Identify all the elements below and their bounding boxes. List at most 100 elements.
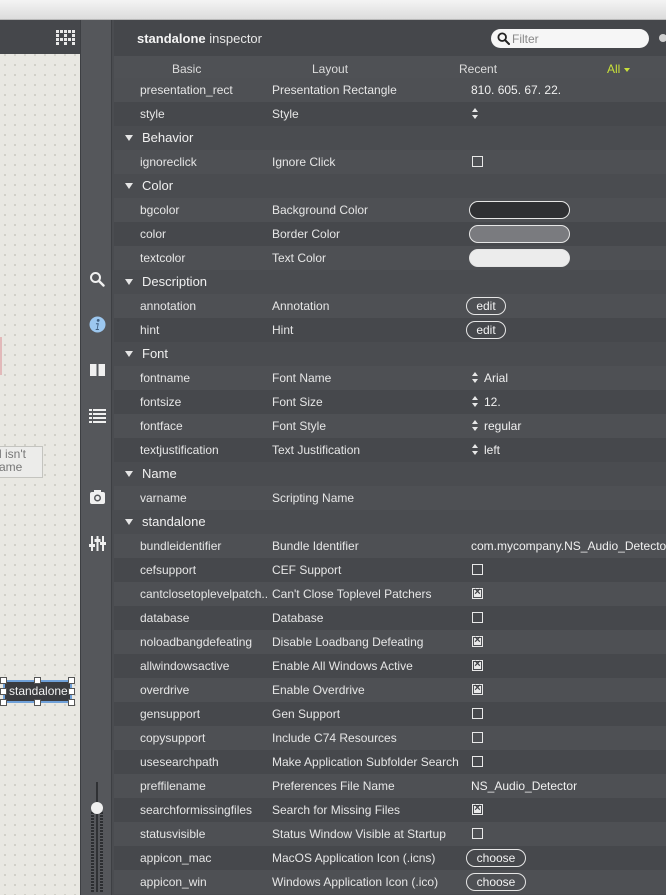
stepper-arrows-icon[interactable] — [471, 372, 479, 385]
attribute-row[interactable]: statusvisible Status Window Visible at St… — [114, 822, 666, 846]
section-header-behavior[interactable]: Behavior — [114, 126, 666, 150]
resize-handle[interactable] — [0, 688, 7, 695]
attribute-checkbox[interactable] — [472, 828, 483, 839]
attribute-row[interactable]: ignoreclick Ignore Click — [114, 150, 666, 174]
resize-handle[interactable] — [68, 699, 75, 706]
attribute-row[interactable]: hint Hint edit — [114, 318, 666, 342]
section-header-font[interactable]: Font — [114, 342, 666, 366]
attribute-row[interactable]: annotation Annotation edit — [114, 294, 666, 318]
attribute-row[interactable]: style Style — [114, 102, 666, 126]
mixer-icon[interactable] — [86, 532, 108, 554]
attribute-row[interactable]: database Database — [114, 606, 666, 630]
attribute-value[interactable]: NS_Audio_Detector — [471, 779, 577, 793]
attribute-row[interactable]: appicon_win Windows Application Icon (.ic… — [114, 870, 666, 894]
attribute-checkbox[interactable] — [472, 586, 483, 599]
attribute-value[interactable]: left — [484, 443, 500, 457]
attribute-value[interactable]: 12. — [484, 395, 501, 409]
attribute-checkbox[interactable] — [472, 564, 483, 575]
attribute-row[interactable]: bgcolor Background Color — [114, 198, 666, 222]
comment-object[interactable]: l isn't ame — [0, 446, 43, 478]
grid-icon[interactable] — [56, 30, 76, 46]
attribute-checkbox[interactable] — [472, 612, 483, 623]
attribute-row[interactable]: presentation_rect Presentation Rectangle 8… — [114, 78, 666, 102]
attribute-row[interactable]: overdrive Enable Overdrive — [114, 678, 666, 702]
stepper-arrows-icon[interactable] — [471, 420, 479, 433]
volume-slider[interactable] — [90, 782, 104, 892]
info-icon[interactable] — [86, 313, 108, 335]
attribute-label: Include C74 Resources — [272, 731, 397, 745]
stepper-arrows-icon[interactable] — [471, 444, 479, 457]
resize-handle[interactable] — [0, 699, 7, 706]
attribute-row[interactable]: textjustification Text Justification left — [114, 438, 666, 462]
stepper-arrows-icon[interactable] — [471, 108, 479, 121]
edit-button[interactable]: edit — [466, 297, 506, 315]
attribute-row[interactable]: fontname Font Name Arial — [114, 366, 666, 390]
attribute-checkbox[interactable] — [472, 802, 483, 815]
edit-button[interactable]: edit — [466, 321, 506, 339]
attribute-row[interactable]: copysupport Include C74 Resources — [114, 726, 666, 750]
slider-knob[interactable] — [91, 802, 103, 814]
attribute-row[interactable]: cefsupport CEF Support — [114, 558, 666, 582]
section-header-color[interactable]: Color — [114, 174, 666, 198]
attribute-row[interactable]: preffilename Preferences File Name NS_Audi… — [114, 774, 666, 798]
attribute-label: CEF Support — [272, 563, 342, 577]
filter-field[interactable] — [491, 29, 649, 48]
search-icon[interactable] — [86, 268, 108, 290]
resize-handle[interactable] — [68, 688, 75, 695]
attribute-row[interactable]: color Border Color — [114, 222, 666, 246]
attribute-row[interactable]: noloadbangdefeating Disable Loadbang Defe… — [114, 630, 666, 654]
tab-layout[interactable]: Layout — [312, 62, 348, 76]
attribute-checkbox[interactable] — [472, 658, 483, 671]
choose-button[interactable]: choose — [466, 873, 526, 891]
attribute-checkbox[interactable] — [472, 732, 483, 743]
resize-handle[interactable] — [34, 677, 41, 684]
attribute-row[interactable]: appicon_mac MacOS Application Icon (.icns… — [114, 846, 666, 870]
attribute-row[interactable]: varname Scripting Name — [114, 486, 666, 510]
attribute-row[interactable]: fontsize Font Size 12. — [114, 390, 666, 414]
clear-filter-icon[interactable] — [659, 34, 666, 42]
tab-basic[interactable]: Basic — [172, 62, 201, 76]
color-swatch[interactable] — [469, 225, 570, 243]
tab-all[interactable]: All — [607, 62, 631, 76]
color-swatch[interactable] — [469, 249, 570, 267]
inspector-header: standalone inspector — [114, 20, 666, 56]
attribute-row[interactable]: textcolor Text Color — [114, 246, 666, 270]
stepper-arrows-icon[interactable] — [471, 396, 479, 409]
attribute-value[interactable]: com.mycompany.NS_Audio_Detector — [471, 539, 666, 553]
attribute-row[interactable]: usesearchpath Make Application Subfolder … — [114, 750, 666, 774]
attribute-value[interactable]: Arial — [484, 371, 508, 385]
attribute-row[interactable]: bundleidentifier Bundle Identifier com.myc… — [114, 534, 666, 558]
resize-handle[interactable] — [68, 677, 75, 684]
attribute-row[interactable]: cantclosetoplevelpatch... Can't Close Top… — [114, 582, 666, 606]
attribute-value[interactable]: regular — [484, 419, 521, 433]
patcher-canvas[interactable]: l isn't ame standalone — [0, 20, 80, 895]
attribute-label: Style — [272, 107, 299, 121]
book-icon[interactable] — [86, 359, 108, 381]
snapshot-icon[interactable] — [86, 486, 108, 508]
attribute-name: noloadbangdefeating — [140, 635, 253, 649]
choose-button[interactable]: choose — [466, 849, 526, 867]
section-header-name[interactable]: Name — [114, 462, 666, 486]
section-header-description[interactable]: Description — [114, 270, 666, 294]
attribute-row[interactable]: searchformissingfiles Search for Missing … — [114, 798, 666, 822]
attribute-row[interactable]: allwindowsactive Enable All Windows Activ… — [114, 654, 666, 678]
resize-handle[interactable] — [34, 699, 41, 706]
resize-handle[interactable] — [0, 677, 7, 684]
color-swatch[interactable] — [469, 201, 570, 219]
filter-input[interactable] — [512, 30, 642, 47]
tab-recent[interactable]: Recent — [459, 62, 497, 76]
attribute-value[interactable]: 810. 605. 67. 22. — [471, 83, 561, 97]
attribute-checkbox[interactable] — [472, 156, 483, 167]
attribute-checkbox[interactable] — [472, 634, 483, 647]
attribute-checkbox[interactable] — [472, 756, 483, 767]
attribute-label: Gen Support — [272, 707, 341, 721]
attribute-name: cantclosetoplevelpatch... — [140, 587, 268, 601]
attribute-row[interactable]: gensupport Gen Support — [114, 702, 666, 726]
attribute-checkbox[interactable] — [472, 708, 483, 719]
section-header-standalone[interactable]: standalone — [114, 510, 666, 534]
list-icon[interactable] — [86, 405, 108, 427]
attribute-name: database — [140, 611, 190, 625]
standalone-object[interactable]: standalone — [0, 677, 75, 706]
attribute-row[interactable]: fontface Font Style regular — [114, 414, 666, 438]
attribute-checkbox[interactable] — [472, 682, 483, 695]
